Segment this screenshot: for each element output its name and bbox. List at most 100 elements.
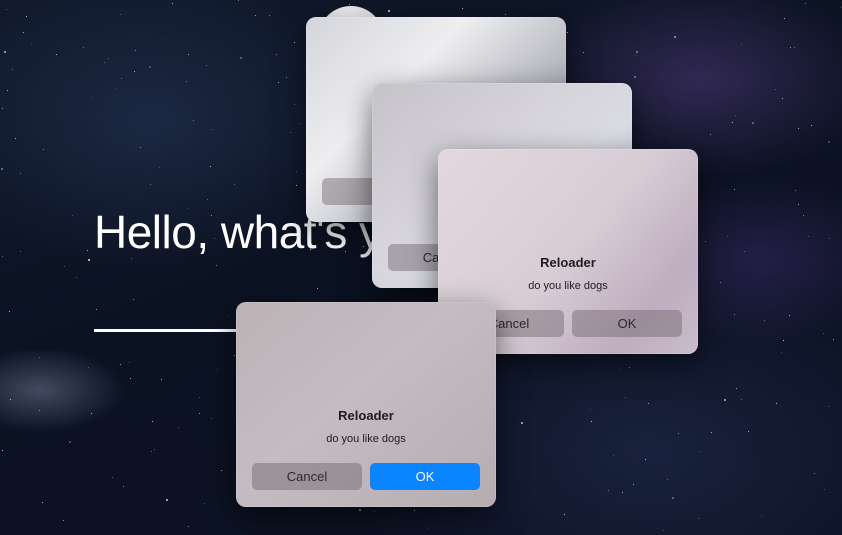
star xyxy=(72,215,73,216)
star xyxy=(784,18,785,19)
star xyxy=(823,333,824,334)
star xyxy=(613,455,614,456)
star xyxy=(734,314,735,315)
star xyxy=(26,16,27,17)
star xyxy=(129,362,130,363)
star xyxy=(583,52,584,53)
star xyxy=(115,88,116,89)
star xyxy=(625,397,626,398)
star xyxy=(2,108,3,109)
star xyxy=(135,50,136,51)
star xyxy=(7,90,8,91)
star xyxy=(374,511,375,512)
star xyxy=(221,470,222,471)
star xyxy=(811,125,812,126)
star xyxy=(795,190,796,191)
star xyxy=(294,104,295,105)
star xyxy=(199,413,200,414)
star xyxy=(290,132,291,133)
star xyxy=(781,352,782,353)
ok-button[interactable]: OK xyxy=(572,310,682,337)
star xyxy=(108,58,109,59)
star xyxy=(87,250,88,251)
cancel-button[interactable]: Cancel xyxy=(252,463,362,490)
star xyxy=(388,10,390,12)
star xyxy=(735,115,736,116)
star xyxy=(752,122,754,124)
star xyxy=(783,340,784,341)
star xyxy=(633,484,634,485)
star xyxy=(121,78,122,79)
ok-button[interactable]: OK xyxy=(370,463,480,490)
star xyxy=(23,32,24,33)
star xyxy=(727,236,728,237)
star xyxy=(803,215,804,216)
star xyxy=(104,62,105,63)
star xyxy=(92,97,93,98)
star xyxy=(672,497,674,499)
star xyxy=(238,0,239,1)
star xyxy=(736,388,737,389)
star xyxy=(764,320,765,321)
star xyxy=(814,473,815,474)
dialog-title: Reloader xyxy=(540,255,596,270)
star xyxy=(824,489,825,490)
star xyxy=(12,69,13,70)
star xyxy=(636,51,638,53)
star xyxy=(667,479,668,480)
star xyxy=(31,43,32,44)
star xyxy=(43,149,44,150)
star xyxy=(140,147,141,148)
star xyxy=(521,422,523,424)
star xyxy=(299,123,300,124)
star xyxy=(741,44,742,45)
star xyxy=(10,399,11,400)
star xyxy=(705,241,706,242)
star xyxy=(154,449,155,450)
star xyxy=(564,514,565,515)
desktop-background: Hello, what's your name? Cancel Reloader… xyxy=(0,0,842,535)
star xyxy=(204,503,205,504)
star xyxy=(741,399,742,400)
star xyxy=(794,47,795,48)
star xyxy=(840,7,841,8)
star xyxy=(698,518,699,519)
star xyxy=(828,406,829,407)
star xyxy=(166,499,168,501)
star xyxy=(798,204,799,205)
star xyxy=(710,134,711,135)
star xyxy=(69,441,71,443)
star xyxy=(798,128,799,129)
star xyxy=(172,3,173,4)
star xyxy=(96,309,97,310)
star xyxy=(505,14,506,15)
star xyxy=(608,490,609,491)
star xyxy=(255,15,256,16)
star xyxy=(286,77,287,78)
star xyxy=(276,54,277,55)
alert-dialog-4: Reloader do you like dogs Cancel OK xyxy=(236,302,496,507)
star xyxy=(6,9,7,10)
star xyxy=(674,36,676,38)
star xyxy=(1,168,3,170)
star xyxy=(620,369,621,370)
star xyxy=(159,167,160,168)
star xyxy=(64,266,65,267)
star xyxy=(42,502,43,503)
star xyxy=(206,65,207,66)
star xyxy=(88,367,89,368)
star xyxy=(193,120,194,121)
star xyxy=(805,3,806,4)
star xyxy=(699,451,700,452)
star xyxy=(150,184,151,185)
star xyxy=(720,282,721,283)
star xyxy=(296,171,297,172)
star xyxy=(269,15,270,16)
star xyxy=(833,339,834,340)
star xyxy=(808,236,809,237)
star xyxy=(234,184,235,185)
star xyxy=(734,189,735,190)
star xyxy=(2,450,3,451)
star xyxy=(234,355,235,356)
star xyxy=(240,57,242,59)
